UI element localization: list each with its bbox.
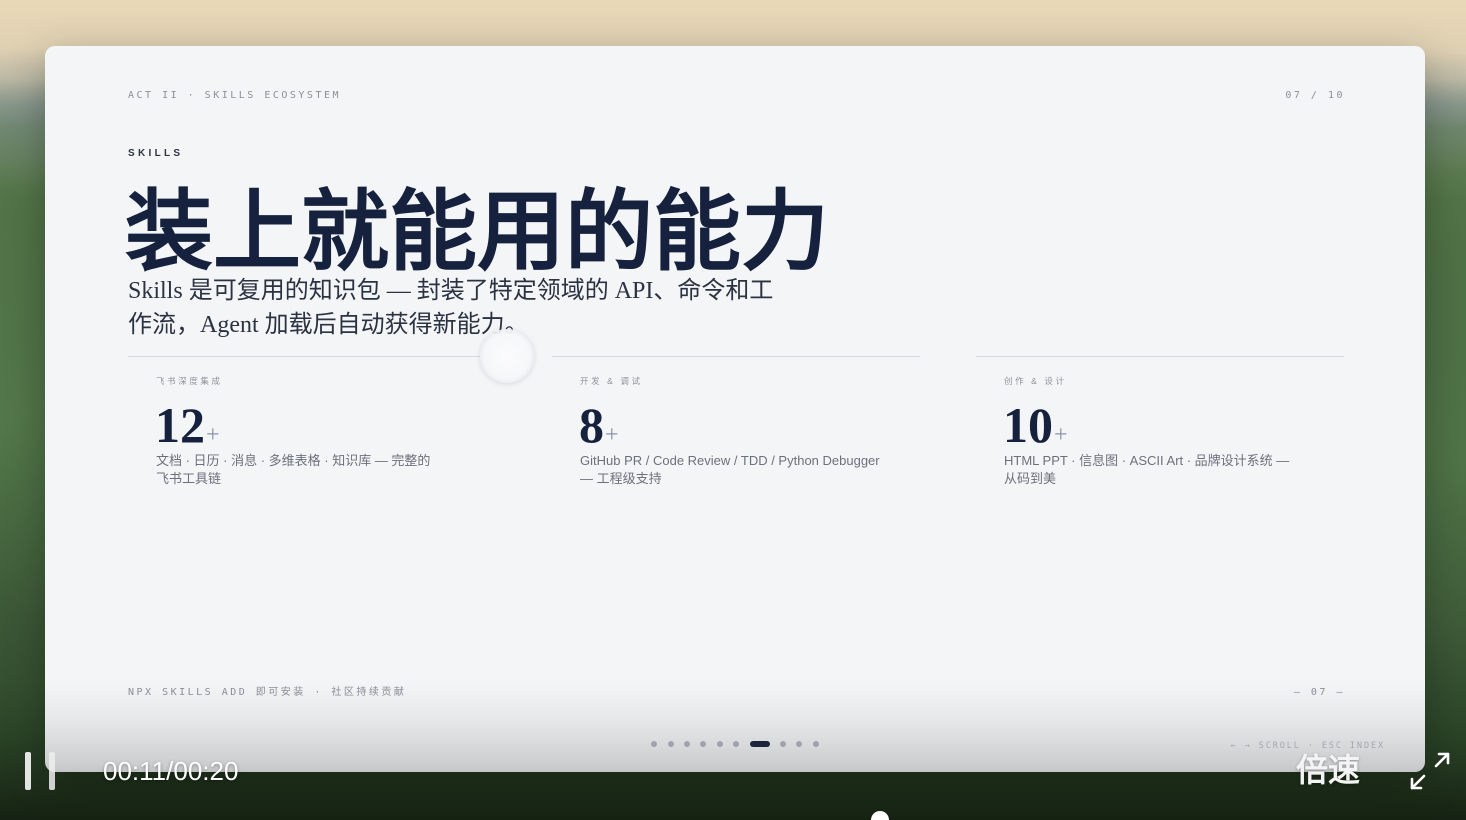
pagination-dot [651, 741, 658, 747]
stat-description-line: HTML PPT · 信息图 · ASCII Art · 品牌设计系统 — [1004, 453, 1290, 468]
stat-card-design: 创作 & 设计 10+ HTML PPT · 信息图 · ASCII Art ·… [976, 356, 1344, 506]
stat-description-line: 从码到美 [1004, 471, 1057, 486]
stat-label: 飞书深度集成 [156, 376, 223, 386]
pause-icon-bar [25, 752, 31, 790]
progress-thumb[interactable] [870, 811, 889, 820]
stat-description: HTML PPT · 信息图 · ASCII Art · 品牌设计系统 — 从码… [1004, 452, 1289, 488]
stat-description-line: 文档 · 日历 · 消息 · 多维表格 · 知识库 — 完整的 [156, 453, 431, 468]
playback-speed-button[interactable]: 倍速 [1296, 751, 1360, 789]
stat-suffix: + [206, 422, 220, 448]
pagination-dot [733, 741, 740, 747]
stat-suffix: + [605, 422, 619, 448]
stat-number: 10 [1003, 397, 1053, 453]
video-player[interactable]: ACT II · SKILLS ECOSYSTEM 07 / 10 SKILLS… [0, 0, 1466, 820]
page-counter: 07 / 10 [1285, 90, 1345, 101]
section-eyebrow: SKILLS [128, 148, 184, 159]
stat-number: 8 [579, 397, 604, 453]
pagination-dot-active [749, 741, 770, 747]
pagination-dot [700, 741, 707, 747]
stats-grid: 飞书深度集成 12+ 文档 · 日历 · 消息 · 多维表格 · 知识库 — 完… [128, 356, 1344, 506]
stat-card-dev: 开发 & 调试 8+ GitHub PR / Code Review / TDD… [552, 356, 920, 506]
playback-time: 00:11/00:20 [103, 756, 239, 786]
stat-description-line: — 工程级支持 [580, 471, 662, 486]
pagination-dot [667, 741, 674, 747]
footer-page-number: — 07 — [1293, 687, 1345, 698]
subtitle-line: 作流，Agent 加载后自动获得新能力。 [128, 312, 529, 338]
pagination-dot [779, 741, 786, 747]
stat-description-line: 飞书工具链 [156, 471, 222, 486]
pagination-dots [45, 741, 1425, 747]
stat-description-line: GitHub PR / Code Review / TDD / Python D… [580, 453, 880, 468]
stat-label: 创作 & 设计 [1004, 376, 1067, 386]
fullscreen-icon [1410, 752, 1450, 790]
footer-install-note: NPX SKILLS ADD 即可安装 · 社区持续贡献 [128, 687, 407, 698]
pause-icon [22, 750, 60, 792]
stat-label: 开发 & 调试 [580, 376, 643, 386]
stat-card-feishu: 飞书深度集成 12+ 文档 · 日历 · 消息 · 多维表格 · 知识库 — 完… [128, 356, 496, 506]
pagination-dot [684, 741, 691, 747]
stat-description: 文档 · 日历 · 消息 · 多维表格 · 知识库 — 完整的 飞书工具链 [156, 452, 430, 488]
touch-indicator [480, 329, 534, 383]
pagination-dot [716, 741, 723, 747]
slide-subtitle: Skills 是可复用的知识包 — 封装了特定领域的 API、命令和工 作流，A… [128, 274, 773, 342]
slide-title: 装上就能用的能力 [125, 179, 830, 283]
act-label: ACT II · SKILLS ECOSYSTEM [128, 90, 342, 101]
pagination-dot [796, 741, 803, 747]
pagination-dot [812, 741, 819, 747]
fullscreen-button[interactable] [1410, 752, 1450, 790]
subtitle-line: Skills 是可复用的知识包 — 封装了特定领域的 API、命令和工 [128, 278, 774, 304]
stat-description: GitHub PR / Code Review / TDD / Python D… [580, 452, 880, 488]
stat-suffix: + [1054, 422, 1068, 448]
slide-frame: ACT II · SKILLS ECOSYSTEM 07 / 10 SKILLS… [45, 46, 1425, 772]
pause-icon-bar [49, 752, 55, 790]
pause-button[interactable] [22, 750, 60, 792]
stat-number: 12 [155, 397, 205, 453]
